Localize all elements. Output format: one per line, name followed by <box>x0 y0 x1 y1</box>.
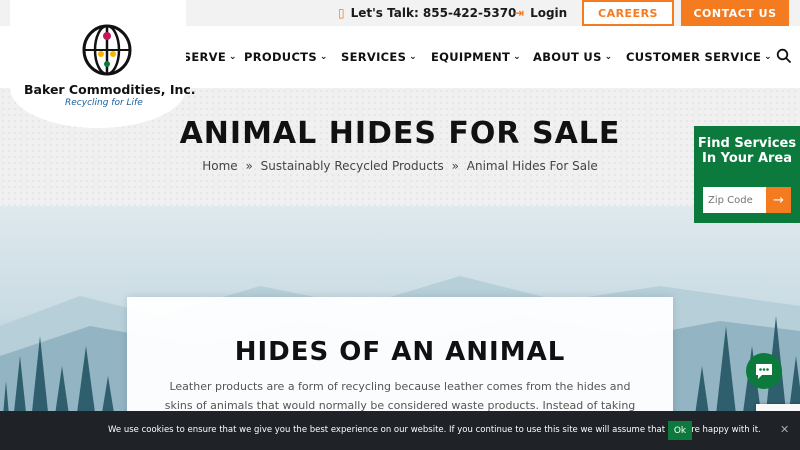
close-icon[interactable]: ✕ <box>780 423 789 436</box>
chevron-down-icon: ⌄ <box>228 52 237 62</box>
breadcrumb-home[interactable]: Home <box>202 159 237 173</box>
nav-item-services[interactable]: SERVICES ⌄ <box>341 50 417 64</box>
breadcrumb-recycled-products[interactable]: Sustainably Recycled Products <box>261 159 444 173</box>
chat-button[interactable] <box>746 353 782 389</box>
arrow-right-icon: → <box>773 192 784 208</box>
zip-submit-button[interactable]: → <box>766 187 791 213</box>
zip-code-input[interactable] <box>703 187 766 213</box>
find-services-widget: Find Services In Your Area → <box>694 126 800 223</box>
chevron-down-icon: ⌄ <box>764 52 772 62</box>
nav-item-label: CUSTOMER SERVICE <box>626 50 762 64</box>
chevron-down-icon: ⌄ <box>409 52 417 62</box>
phone-label: Let's Talk: 855-422-5370 <box>350 6 517 20</box>
find-services-title: Find Services In Your Area <box>697 136 797 166</box>
login-link[interactable]: ⇥ Login <box>514 6 567 20</box>
nav-item-label: PRODUCTS <box>244 50 317 64</box>
logo[interactable]: Baker Commodities, Inc. Recycling for Li… <box>10 0 196 128</box>
cookie-ok-button[interactable]: Ok <box>668 421 692 440</box>
logo-name: Baker Commodities, Inc. <box>24 82 196 97</box>
login-icon: ⇥ <box>514 6 525 20</box>
contact-us-button[interactable]: CONTACT US <box>681 0 789 26</box>
section-title: HIDES OF AN ANIMAL <box>234 337 566 367</box>
chevron-down-icon: ⌄ <box>319 52 328 62</box>
chevron-down-icon: ⌄ <box>513 52 521 62</box>
breadcrumb: Home » Sustainably Recycled Products » A… <box>0 159 800 173</box>
nav-item-label: EQUIPMENT <box>431 50 511 64</box>
cookie-banner: We use cookies to ensure that we give yo… <box>0 411 800 450</box>
cookie-message: We use cookies to ensure that we give yo… <box>108 425 761 435</box>
nav-item-products[interactable]: PRODUCTS ⌄ <box>244 50 328 64</box>
chevron-down-icon: ⌄ <box>604 52 613 62</box>
nav-item-label: ABOUT US <box>533 50 602 64</box>
breadcrumb-separator: » <box>451 159 459 173</box>
nav-item-equipment[interactable]: EQUIPMENT ⌄ <box>431 50 521 64</box>
globe-logo-icon <box>82 24 132 76</box>
login-label: Login <box>530 6 568 20</box>
phone-icon: ▯ <box>338 6 345 20</box>
nav-item-about-us[interactable]: ABOUT US ⌄ <box>533 50 613 64</box>
logo-tagline: Recycling for Life <box>65 98 143 108</box>
breadcrumb-current: Animal Hides For Sale <box>466 159 598 173</box>
nav-item-label: SERVICES <box>341 50 407 64</box>
breadcrumb-separator: » <box>245 159 253 173</box>
search-icon[interactable] <box>776 48 792 64</box>
nav-item-customer-service[interactable]: CUSTOMER SERVICE ⌄ <box>626 50 772 64</box>
careers-button[interactable]: CAREERS <box>582 0 674 26</box>
phone-link[interactable]: ▯ Let's Talk: 855-422-5370 <box>338 6 516 20</box>
chat-bubble-icon <box>756 364 772 379</box>
